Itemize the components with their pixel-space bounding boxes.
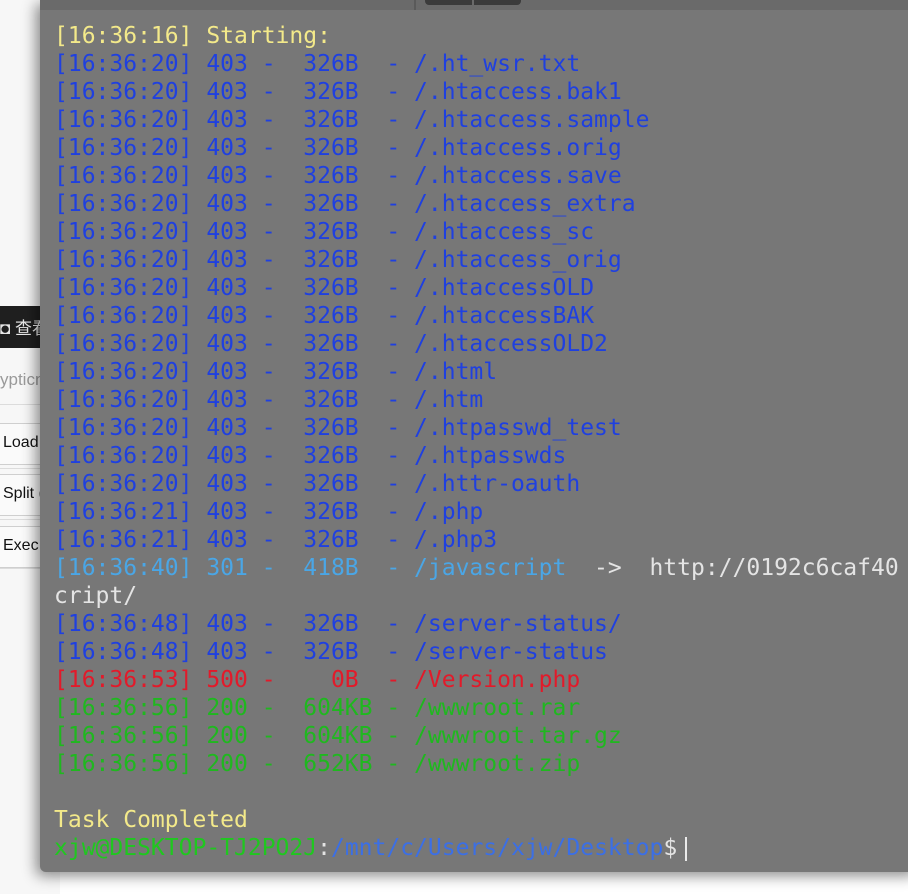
shell-prompt[interactable]: xjw@DESKTOP-TJ2PO2J:/mnt/c/Users/xjw/Des… bbox=[54, 834, 908, 862]
terminal-line: [16:36:56] 200 - 604KB - /wwwroot.rar bbox=[54, 694, 908, 722]
terminal-line-text: [16:36:56] 200 - 652KB - /wwwroot.zip bbox=[54, 751, 581, 777]
terminal-line-text: [16:36:20] 403 - 326B - /.htaccess.sampl… bbox=[54, 107, 650, 133]
terminal-line: [16:36:20] 403 - 326B - /.htaccess.bak1 bbox=[54, 78, 908, 106]
terminal-line: [16:36:20] 403 - 326B - /.htaccess_orig bbox=[54, 246, 908, 274]
terminal-line-text: [16:36:20] 403 - 326B - /.htpasswd_test bbox=[54, 415, 622, 441]
terminal-line-text: [16:36:56] 200 - 604KB - /wwwroot.tar.gz bbox=[54, 723, 622, 749]
terminal-line: [16:36:56] 200 - 652KB - /wwwroot.zip bbox=[54, 750, 908, 778]
terminal-line-text: [16:36:20] 403 - 326B - /.htaccess.bak1 bbox=[54, 79, 622, 105]
terminal-line-text: [16:36:21] 403 - 326B - /.php3 bbox=[54, 527, 498, 553]
terminal-line: [16:36:20] 403 - 326B - /.httr-oauth bbox=[54, 470, 908, 498]
terminal-line: [16:36:21] 403 - 326B - /.php bbox=[54, 498, 908, 526]
terminal-line: cript/ bbox=[54, 582, 908, 610]
execute-button-label: Exec bbox=[3, 537, 39, 554]
terminal-line: [16:36:20] 403 - 326B - /.htaccess.save bbox=[54, 162, 908, 190]
prompt-path: /mnt/c/Users/xjw/Desktop bbox=[330, 835, 664, 861]
terminal-line: [16:36:21] 403 - 326B - /.php3 bbox=[54, 526, 908, 554]
terminal-line-text: [16:36:20] 403 - 326B - /.htm bbox=[54, 387, 484, 413]
terminal-line: [16:36:20] 403 - 326B - /.htaccessOLD2 bbox=[54, 330, 908, 358]
terminal-line-text: [16:36:40] 301 - 418B - /javascript bbox=[54, 555, 567, 581]
terminal-line: [16:36:20] 403 - 326B - /.ht_wsr.txt bbox=[54, 50, 908, 78]
terminal-line: [16:36:20] 403 - 326B - /.htpasswd_test bbox=[54, 414, 908, 442]
background-input[interactable]: ypticn bbox=[0, 370, 44, 390]
terminal-line-text: [16:36:20] 403 - 326B - /.htaccessOLD bbox=[54, 275, 595, 301]
terminal-line-text: [16:36:20] 403 - 326B - /.html bbox=[54, 359, 498, 385]
terminal-line-text: [16:36:20] 403 - 326B - /.httr-oauth bbox=[54, 471, 581, 497]
tab-separator bbox=[472, 0, 474, 5]
terminal-line-text: [16:36:20] 403 - 326B - /.htaccess_orig bbox=[54, 247, 622, 273]
terminal-line: [16:36:20] 403 - 326B - /.htaccessBAK bbox=[54, 302, 908, 330]
terminal-line: [16:36:20] 403 - 326B - /.html bbox=[54, 358, 908, 386]
split-button-label: Split ( bbox=[3, 485, 44, 502]
terminal-line: [16:36:48] 403 - 326B - /server-status/ bbox=[54, 610, 908, 638]
prompt-separator: : bbox=[317, 835, 331, 861]
terminal-line-text: [16:36:20] 403 - 326B - /.htaccess.orig bbox=[54, 135, 622, 161]
prompt-user-host: xjw@DESKTOP-TJ2PO2J bbox=[54, 835, 318, 861]
terminal-line-text: [16:36:20] 403 - 326B - /.htpasswds bbox=[54, 443, 567, 469]
terminal-line: [16:36:20] 403 - 326B - /.htaccessOLD bbox=[54, 274, 908, 302]
terminal-line-text: [16:36:20] 403 - 326B - /.ht_wsr.txt bbox=[54, 51, 581, 77]
terminal-line-text: [16:36:20] 403 - 326B - /.htaccess.save bbox=[54, 163, 622, 189]
load-button-label: Load bbox=[3, 434, 39, 451]
terminal-line: [16:36:40] 301 - 418B - /javascript -> h… bbox=[54, 554, 908, 582]
prompt-symbol: $ bbox=[663, 835, 678, 861]
terminal-output: [16:36:16] Starting: [16:36:20] 403 - 326… bbox=[54, 22, 908, 862]
terminal-line: [16:36:53] 500 - 0B - /Version.php bbox=[54, 666, 908, 694]
terminal-line-text: cript/ bbox=[54, 583, 138, 609]
terminal-line-text: [16:36:53] 500 - 0B - /Version.php bbox=[54, 667, 581, 693]
terminal-window[interactable]: [16:36:16] Starting: [16:36:20] 403 - 326… bbox=[40, 0, 908, 872]
terminal-line-text: [16:36:48] 403 - 326B - /server-status bbox=[54, 639, 608, 665]
terminal-line: [16:36:16] Starting: bbox=[54, 22, 908, 50]
terminal-line-text: [16:36:20] 403 - 326B - /.htaccessOLD2 bbox=[54, 331, 608, 357]
terminal-line: [16:36:48] 403 - 326B - /server-status bbox=[54, 638, 908, 666]
terminal-line-text: [16:36:21] 403 - 326B - /.php bbox=[54, 499, 484, 525]
terminal-line: [16:36:56] 200 - 604KB - /wwwroot.tar.gz bbox=[54, 722, 908, 750]
terminal-line-text: [16:36:56] 200 - 604KB - /wwwroot.rar bbox=[54, 695, 581, 721]
terminal-line: [16:36:20] 403 - 326B - /.htm bbox=[54, 386, 908, 414]
terminal-line-text: Task Completed bbox=[54, 807, 248, 833]
redirect-target: -> http://0192c6caf40 bbox=[566, 555, 899, 581]
terminal-line-text: [16:36:20] 403 - 326B - /.htaccess_sc bbox=[54, 219, 595, 245]
terminal-line-text: [16:36:48] 403 - 326B - /server-status/ bbox=[54, 611, 622, 637]
terminal-line: [16:36:20] 403 - 326B - /.htaccess.sampl… bbox=[54, 106, 908, 134]
tab-separator bbox=[414, 0, 416, 10]
terminal-line-text: [16:36:20] 403 - 326B - /.htaccess_extra bbox=[54, 191, 636, 217]
terminal-line-text: [16:36:16] Starting: bbox=[54, 23, 331, 49]
terminal-line: [16:36:20] 403 - 326B - /.htaccess_extra bbox=[54, 190, 908, 218]
terminal-line: [16:36:20] 403 - 326B - /.htaccess_sc bbox=[54, 218, 908, 246]
terminal-line: Task Completed bbox=[54, 806, 908, 834]
text-cursor[interactable] bbox=[685, 836, 688, 861]
terminal-line: [16:36:20] 403 - 326B - /.htaccess.orig bbox=[54, 134, 908, 162]
terminal-line: [16:36:20] 403 - 326B - /.htpasswds bbox=[54, 442, 908, 470]
terminal-line-text: [16:36:20] 403 - 326B - /.htaccessBAK bbox=[54, 303, 595, 329]
